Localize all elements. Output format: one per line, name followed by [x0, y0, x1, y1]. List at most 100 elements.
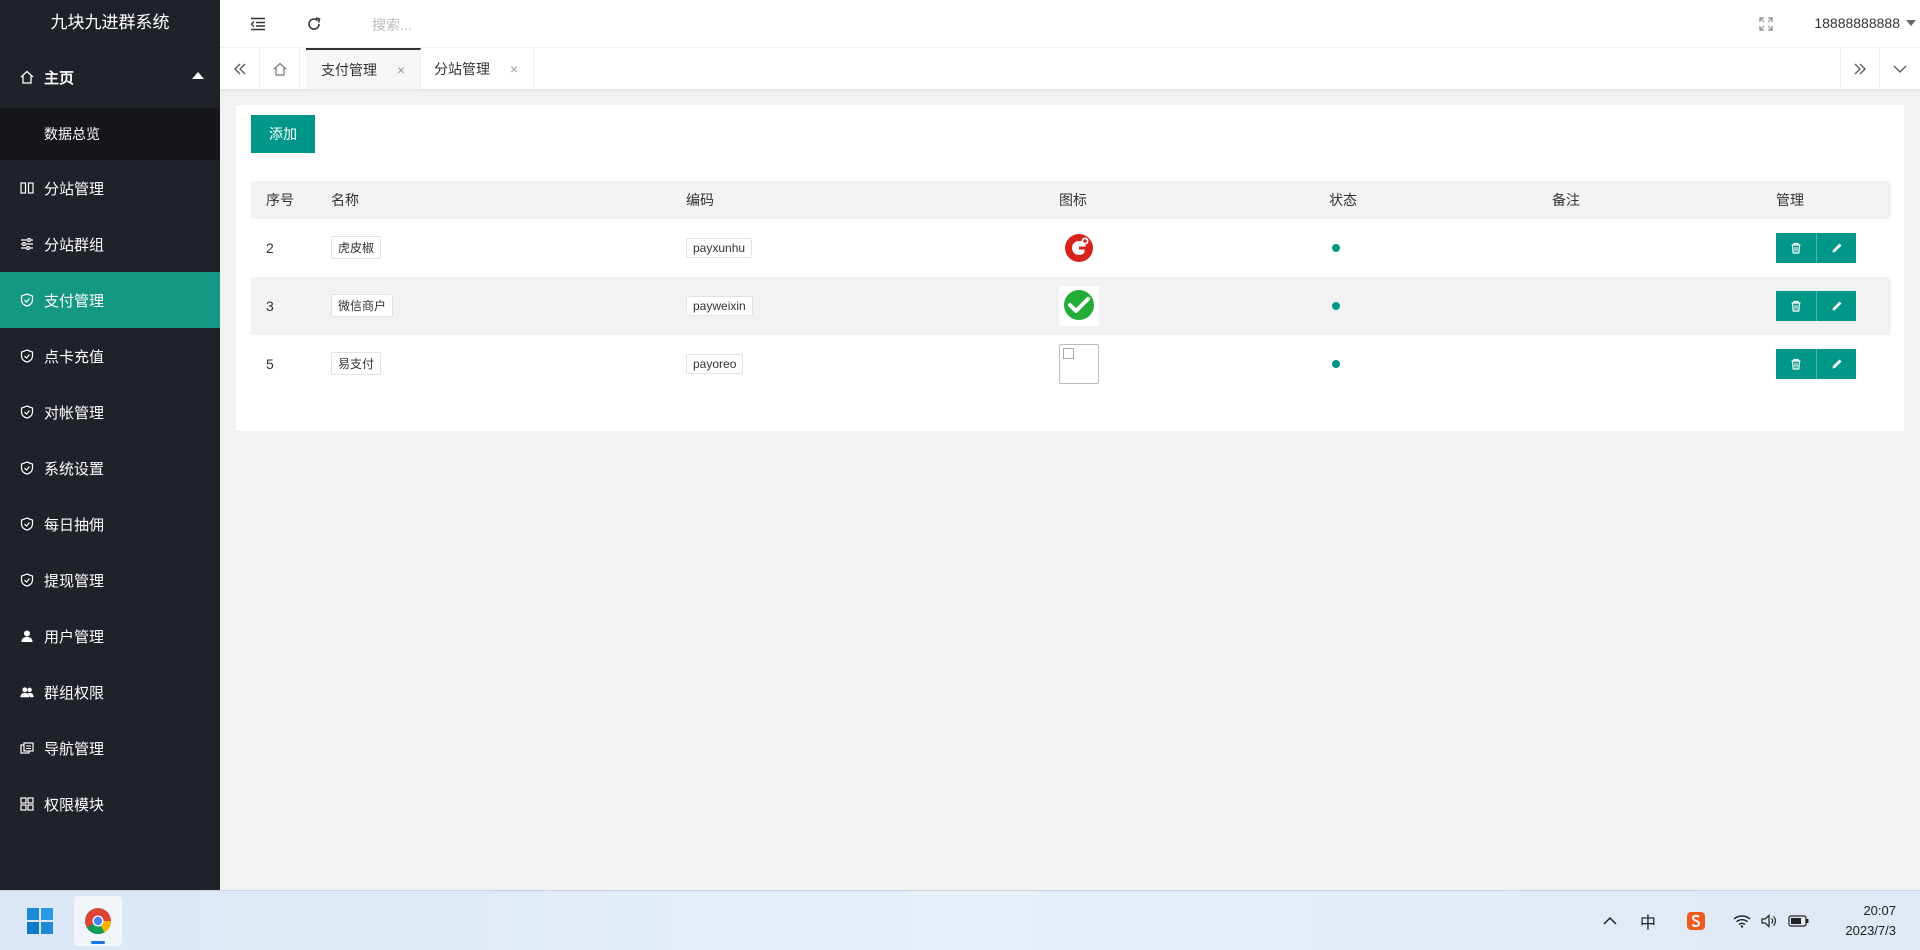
volume-icon[interactable] — [1758, 891, 1782, 950]
users-icon — [20, 685, 34, 699]
row-id: 5 — [266, 355, 274, 372]
row-id: 3 — [266, 297, 274, 314]
payment-card: 添加 序号 名称 编码 图标 状态 备注 管理 2 虎皮椒 payxunhu 3… — [235, 104, 1905, 432]
fullscreen-icon[interactable] — [1756, 14, 1776, 34]
columns-icon — [20, 181, 34, 195]
col-manage: 管理 — [1776, 192, 1804, 208]
clock-time: 20:07 — [1863, 903, 1896, 918]
edit-button[interactable] — [1816, 290, 1856, 321]
col-code: 编码 — [686, 192, 714, 208]
pencil-icon — [1832, 301, 1841, 310]
table-header: 序号 名称 编码 图标 状态 备注 管理 — [251, 181, 1891, 219]
sidebar-item-withdrawals[interactable]: 提现管理 — [0, 552, 220, 608]
shield-check-icon — [20, 517, 34, 531]
sidebar-item-daily-commission[interactable]: 每日抽佣 — [0, 496, 220, 552]
os-taskbar: 中 20:07 2023/7/3 — [0, 890, 1920, 950]
delete-button[interactable] — [1776, 232, 1816, 263]
sidebar-item-label: 每日抽佣 — [44, 516, 105, 534]
shield-check-icon — [20, 405, 34, 419]
user-menu[interactable]: 18888888888 — [1814, 15, 1916, 31]
close-icon[interactable]: × — [397, 62, 405, 78]
chevron-up-icon[interactable] — [1598, 891, 1622, 950]
active-indicator — [91, 941, 105, 944]
sidebar-item-label: 对帐管理 — [44, 404, 105, 422]
sidebar-item-system-settings[interactable]: 系统设置 — [0, 440, 220, 496]
delete-button[interactable] — [1776, 290, 1816, 321]
sidebar-item-label: 群组权限 — [44, 684, 105, 702]
user-name: 18888888888 — [1814, 15, 1900, 31]
row-name: 虎皮椒 — [331, 236, 382, 259]
xunhu-logo-icon — [1059, 228, 1099, 268]
sogou-ime-icon[interactable] — [1684, 891, 1708, 950]
chevron-down-icon — [1906, 20, 1916, 26]
sidebar-item-reconciliation[interactable]: 对帐管理 — [0, 384, 220, 440]
col-icon: 图标 — [1059, 192, 1087, 208]
trash-icon — [1791, 358, 1801, 370]
sidebar-item-substation[interactable]: 分站管理 — [0, 160, 220, 216]
sidebar-item-substation-groups[interactable]: 分站群组 — [0, 216, 220, 272]
col-id: 序号 — [266, 192, 294, 208]
table-row: 2 虎皮椒 payxunhu — [251, 219, 1891, 277]
status-dot — [1332, 243, 1340, 252]
tab-substation[interactable]: 分站管理 × — [419, 48, 535, 89]
home-tab-icon[interactable] — [260, 48, 300, 89]
tab-payment[interactable]: 支付管理 × — [306, 48, 422, 89]
broken-image-icon — [1059, 343, 1099, 384]
windows-start-icon[interactable] — [22, 891, 58, 950]
sidebar-item-permission-modules[interactable]: 权限模块 — [0, 776, 220, 832]
shield-check-icon — [20, 293, 34, 307]
sidebar-item-label: 用户管理 — [44, 628, 105, 646]
sidebar-item-label: 支付管理 — [44, 292, 105, 310]
collapse-arrow-icon — [192, 72, 204, 79]
add-button[interactable]: 添加 — [251, 115, 315, 153]
sliders-icon — [20, 237, 34, 251]
tab-scroll-right-icon[interactable] — [1840, 48, 1880, 89]
sidebar-item-home[interactable]: 主页 — [0, 46, 220, 108]
sidebar-item-navigation[interactable]: 导航管理 — [0, 720, 220, 776]
trash-icon — [1791, 300, 1801, 312]
top-header: 18888888888 — [220, 0, 1920, 48]
clock-date: 2023/7/3 — [1845, 923, 1896, 938]
shield-check-icon — [20, 349, 34, 363]
sidebar-subitem-overview[interactable]: 数据总览 — [0, 108, 220, 160]
sidebar-item-group-permissions[interactable]: 群组权限 — [0, 664, 220, 720]
refresh-icon[interactable] — [304, 14, 324, 34]
shield-check-icon — [20, 573, 34, 587]
ime-indicator[interactable]: 中 — [1636, 891, 1660, 950]
grid-icon — [20, 797, 34, 811]
tab-label: 支付管理 — [321, 61, 377, 78]
row-name: 易支付 — [331, 352, 382, 375]
sidebar: 九块九进群系统 主页 数据总览 分站管理 分站群组 支付管理 点卡充值 对帐管理… — [0, 0, 220, 890]
sidebar-item-label: 权限模块 — [44, 796, 105, 814]
search-input[interactable] — [372, 14, 592, 36]
sidebar-item-payment[interactable]: 支付管理 — [0, 272, 220, 328]
sidebar-item-label: 系统设置 — [44, 460, 105, 478]
sidebar-item-label: 主页 — [44, 69, 75, 87]
status-dot — [1332, 301, 1340, 310]
edit-button[interactable] — [1816, 232, 1856, 263]
system-clock[interactable]: 20:07 2023/7/3 — [1845, 901, 1896, 941]
pencil-icon — [1832, 359, 1841, 368]
tab-scroll-left-icon[interactable] — [220, 48, 260, 89]
sidebar-item-card-recharge[interactable]: 点卡充值 — [0, 328, 220, 384]
row-code: payweixin — [686, 295, 753, 316]
chrome-taskbar-icon[interactable] — [74, 896, 122, 946]
col-remark: 备注 — [1552, 192, 1580, 208]
sidebar-item-users[interactable]: 用户管理 — [0, 608, 220, 664]
sidebar-item-label: 分站群组 — [44, 236, 105, 254]
tab-menu-chevron-icon[interactable] — [1880, 48, 1920, 89]
wifi-icon[interactable] — [1730, 891, 1754, 950]
tab-bar: 支付管理 × 分站管理 × — [220, 48, 1920, 90]
user-icon — [20, 629, 34, 643]
edit-button[interactable] — [1816, 348, 1856, 379]
table-row: 3 微信商户 payweixin — [251, 277, 1891, 335]
status-dot — [1332, 359, 1340, 368]
row-id: 2 — [266, 239, 274, 256]
col-status: 状态 — [1329, 192, 1357, 208]
app-title: 九块九进群系统 — [50, 13, 170, 32]
close-icon[interactable]: × — [510, 61, 518, 77]
delete-button[interactable] — [1776, 348, 1816, 379]
table-row: 5 易支付 payoreo — [251, 335, 1891, 393]
menu-toggle-icon[interactable] — [248, 14, 268, 34]
battery-icon[interactable] — [1786, 891, 1812, 950]
